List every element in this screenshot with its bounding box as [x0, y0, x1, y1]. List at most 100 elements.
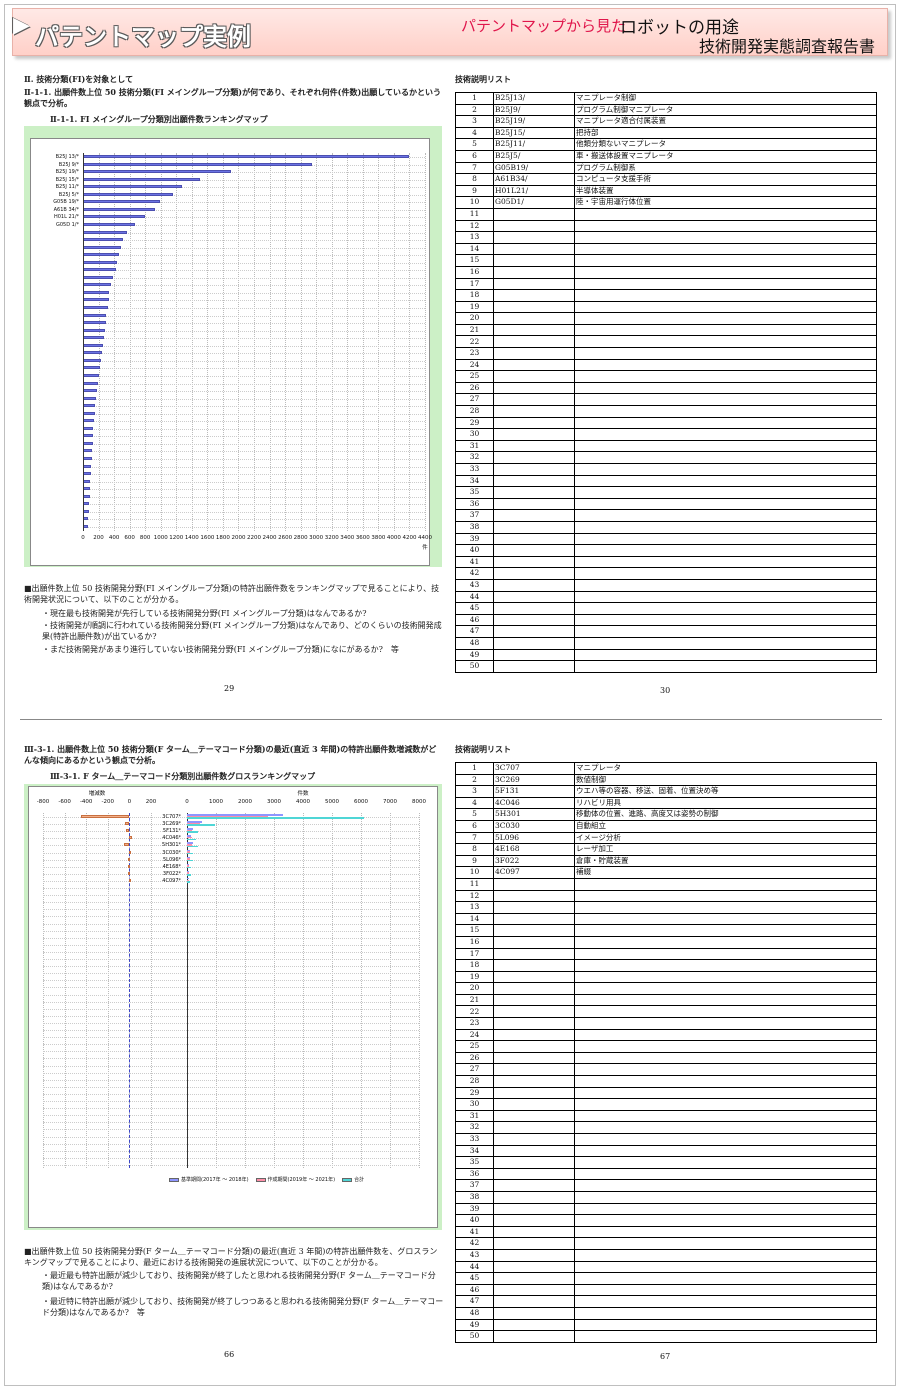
row-number: 35: [455, 486, 494, 499]
row-number: 38: [455, 1190, 494, 1204]
table-row: 8 4E168 レーザ加工: [455, 843, 877, 856]
code-cell: B25J19/: [493, 115, 575, 128]
row-number: 16: [455, 935, 494, 949]
description-cell: 移動体の位置、進路、高度又は姿勢の制御: [574, 808, 877, 821]
row-number: 20: [455, 982, 494, 995]
description-cell: [574, 497, 877, 511]
row-number: 25: [455, 370, 494, 383]
description-cell: プログラム制御マニプレータ: [574, 103, 877, 117]
table-row: 7 G05B19/プログラム制御系: [455, 161, 877, 175]
description-cell: [574, 1272, 877, 1285]
table-row: 32: [455, 1121, 877, 1134]
table-row: 49: [455, 1318, 877, 1332]
row-number: 24: [455, 1028, 494, 1042]
row-number: 41: [455, 555, 494, 569]
table-row: 2 3C269 数値制御: [455, 773, 877, 787]
code-cell: [493, 532, 575, 546]
x-axis-unit: 件: [422, 544, 428, 551]
grid-line: [83, 451, 425, 453]
description-cell: 把持部: [574, 126, 877, 140]
table-row: 41: [455, 555, 877, 569]
category-label: B25J 19/*: [55, 169, 79, 176]
grid-line: [83, 368, 425, 370]
x-tick-label: 2000: [238, 799, 252, 805]
description-cell: 半導体装置: [574, 184, 877, 198]
code-cell: [493, 924, 575, 937]
table-row: 19: [455, 300, 877, 314]
table-row: 45: [455, 602, 877, 615]
table-row: 16: [455, 935, 877, 949]
table-row: 12: [455, 219, 877, 233]
bar: [83, 207, 155, 211]
bar: [83, 306, 108, 309]
category-label: 4C046*: [162, 835, 181, 842]
code-cell: B25J15/: [493, 126, 575, 140]
bar: [83, 441, 93, 445]
description-cell: [574, 1283, 877, 1297]
table-row: 36: [455, 1167, 877, 1181]
description-cell: [574, 959, 877, 972]
table-row: 42: [455, 567, 877, 580]
row-number: 44: [455, 590, 494, 604]
code-cell: 3C269: [493, 773, 575, 787]
table-row: 6 3C030 自動組立: [455, 819, 877, 833]
row-number: 23: [455, 1017, 494, 1030]
description-cell: レーザ加工: [574, 843, 877, 856]
description-cell: [574, 1098, 877, 1111]
grid-line: [43, 845, 419, 847]
description-cell: [574, 1260, 877, 1274]
category-label: G05D 1/*: [55, 221, 79, 228]
description-cell: [574, 555, 877, 569]
row-number: 28: [455, 1075, 494, 1088]
description-cell: 倉庫・貯蔵装置: [574, 854, 877, 868]
ranking-chart: 0 200 400 600 800 1000 1200 1400 1600 1800 2000 220…: [30, 138, 432, 566]
row-number: 25: [455, 1040, 494, 1053]
table-row: 9 3F022 倉庫・貯蔵装置: [455, 854, 877, 868]
row-number: 36: [455, 497, 494, 511]
x-tick-label: 1000: [153, 534, 168, 541]
grid-line: [83, 421, 425, 423]
code-cell: [493, 1295, 575, 1308]
row-number: 37: [455, 1179, 494, 1192]
row-number: 50: [455, 660, 494, 673]
code-cell: 4C046: [493, 796, 575, 810]
row-number: 26: [455, 381, 494, 395]
category-label: B25J 9/*: [58, 161, 79, 168]
x-tick-label: 3000: [309, 534, 324, 541]
grid-line: [83, 323, 425, 325]
code-cell: G05D1/: [493, 196, 575, 209]
bar: [83, 343, 103, 347]
table-row: 17: [455, 947, 877, 961]
description-cell: [574, 1086, 877, 1100]
grid-line: [43, 1037, 419, 1039]
code-cell: [493, 520, 575, 534]
description-cell: [574, 347, 877, 360]
bar: [83, 260, 118, 264]
row-number: 21: [455, 993, 494, 1007]
category-label: B25J 13/*: [55, 154, 79, 160]
row-number: 1: [455, 92, 494, 105]
table-row: 13: [455, 901, 877, 914]
row-number: 30: [455, 428, 494, 441]
row-number: 16: [455, 265, 494, 279]
x-tick-label: 4400: [418, 534, 432, 541]
table-row: 43: [455, 1248, 877, 1262]
code-cell: [493, 959, 575, 972]
row-number: 34: [455, 474, 494, 488]
row-number: 49: [455, 1318, 494, 1332]
code-cell: [493, 993, 575, 1007]
description-cell: [574, 300, 877, 314]
description-cell: [574, 393, 877, 407]
description-cell: [574, 381, 877, 395]
description-cell: [574, 277, 877, 291]
change-bar: [128, 871, 131, 875]
row-number: 21: [455, 323, 494, 337]
code-cell: [493, 1028, 575, 1042]
grid-line: [83, 345, 425, 347]
x-tick-label: -600: [58, 799, 71, 805]
row-number: 47: [455, 625, 494, 638]
row-number: 37: [455, 509, 494, 522]
code-cell: [493, 1156, 575, 1169]
table-row: 23: [455, 1017, 877, 1030]
code-cell: [493, 277, 575, 291]
